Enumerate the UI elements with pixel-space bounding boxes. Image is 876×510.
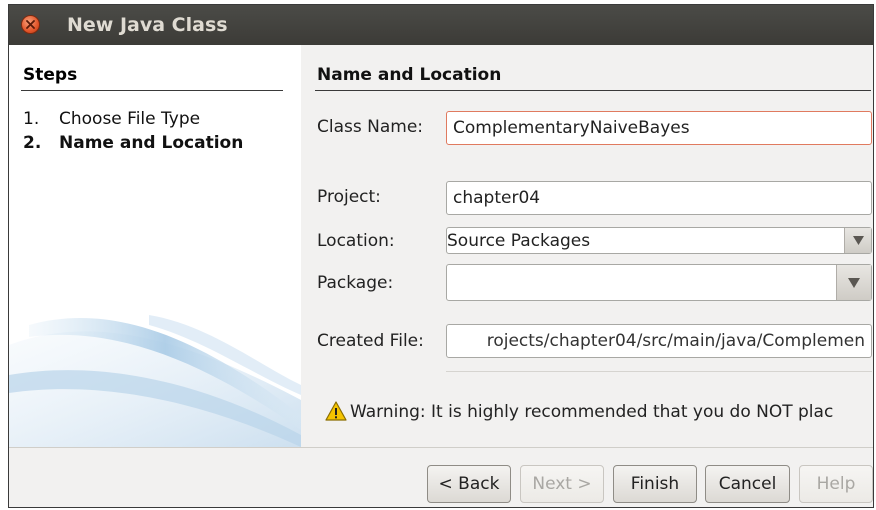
created-file-label: Created File: <box>317 331 424 351</box>
close-button[interactable] <box>21 15 40 34</box>
class-name-label: Class Name: <box>317 117 424 137</box>
warning-message: Warning: It is highly recommended that y… <box>325 401 833 422</box>
location-label: Location: <box>317 231 395 251</box>
steps-divider <box>21 90 283 91</box>
location-selected-value: Source Packages <box>447 231 591 251</box>
class-name-input[interactable] <box>446 111 872 145</box>
project-label: Project: <box>317 187 381 207</box>
chevron-down-icon <box>848 277 860 288</box>
section-heading: Name and Location <box>317 65 502 85</box>
created-file-field[interactable] <box>446 324 872 358</box>
warning-text: Warning: It is highly recommended that y… <box>350 402 834 422</box>
step-item-name-and-location: 2. Name and Location <box>23 133 243 153</box>
dialog-button-bar: < Back Next > Finish Cancel Help <box>9 447 873 507</box>
step-number: 2. <box>23 133 42 153</box>
step-item-choose-file-type: 1. Choose File Type <box>23 109 200 129</box>
package-combo-box[interactable] <box>446 264 872 301</box>
close-icon <box>26 20 35 29</box>
package-dropdown-arrow[interactable] <box>836 265 871 300</box>
name-and-location-panel: Name and Location Class Name: Project: L… <box>301 45 873 447</box>
steps-heading: Steps <box>23 65 78 85</box>
new-java-class-dialog: New Java Class Steps 1. Choose File Type … <box>8 4 874 508</box>
location-dropdown-arrow[interactable] <box>844 228 871 253</box>
window-title: New Java Class <box>67 14 228 36</box>
decorative-swoosh-graphic <box>9 315 301 447</box>
section-divider <box>315 90 871 91</box>
back-button[interactable]: < Back <box>427 465 511 503</box>
step-label: Name and Location <box>59 133 244 153</box>
project-field[interactable] <box>446 181 872 215</box>
help-button[interactable]: Help <box>799 465 873 503</box>
finish-button[interactable]: Finish <box>613 465 697 503</box>
cancel-button[interactable]: Cancel <box>705 465 790 503</box>
chevron-down-icon <box>852 236 864 245</box>
separator <box>446 371 872 372</box>
steps-pane: Steps 1. Choose File Type 2. Name and Loca… <box>9 45 301 447</box>
warning-icon <box>325 401 347 421</box>
location-dropdown[interactable]: Source Packages <box>446 227 872 254</box>
next-button[interactable]: Next > <box>520 465 604 503</box>
step-label: Choose File Type <box>59 109 201 129</box>
title-bar[interactable]: New Java Class <box>9 5 873 45</box>
package-label: Package: <box>317 273 394 293</box>
step-number: 1. <box>23 109 40 129</box>
